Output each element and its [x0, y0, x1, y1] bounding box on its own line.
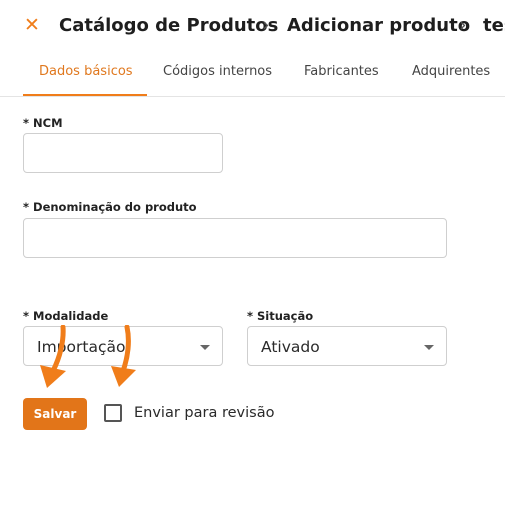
review-checkbox[interactable]: [104, 404, 122, 422]
ncm-label: * NCM: [23, 116, 63, 130]
active-tab-indicator: [23, 94, 147, 96]
breadcrumb-item-adicionar[interactable]: Adicionar produto: [287, 14, 470, 38]
tab-fabricantes[interactable]: Fabricantes: [304, 63, 379, 81]
modalidade-label: * Modalidade: [23, 309, 109, 323]
breadcrumb-item-current: tes: [483, 15, 505, 36]
tab-adquirentes[interactable]: Adquirentes: [412, 63, 490, 81]
caret-down-icon: [424, 345, 434, 350]
situacao-label: * Situação: [247, 309, 314, 323]
tab-codigos-internos[interactable]: Códigos internos: [163, 63, 272, 81]
chevron-right-icon: ›: [459, 14, 467, 36]
ncm-input[interactable]: [23, 133, 223, 173]
denominacao-label: * Denominação do produto: [23, 200, 197, 214]
denominacao-input[interactable]: [23, 218, 447, 258]
page-header: ✕ Catálogo de Produtos › Adicionar produ…: [0, 0, 505, 52]
arrow-icon: [40, 325, 66, 388]
arrow-icon: [111, 325, 136, 387]
save-button[interactable]: Salvar: [23, 398, 87, 430]
tab-dados-basicos[interactable]: Dados básicos: [39, 63, 133, 81]
breadcrumb-item-catalogo[interactable]: Catálogo de Produtos: [59, 14, 278, 38]
situacao-select[interactable]: Ativado: [247, 326, 447, 366]
situacao-value: Ativado: [261, 338, 320, 356]
tab-bar: Dados básicos Códigos internos Fabricant…: [0, 52, 505, 97]
close-icon[interactable]: ✕: [24, 14, 42, 36]
chevron-right-icon: ›: [262, 14, 270, 36]
caret-down-icon: [200, 345, 210, 350]
review-checkbox-label[interactable]: Enviar para revisão: [134, 404, 274, 422]
